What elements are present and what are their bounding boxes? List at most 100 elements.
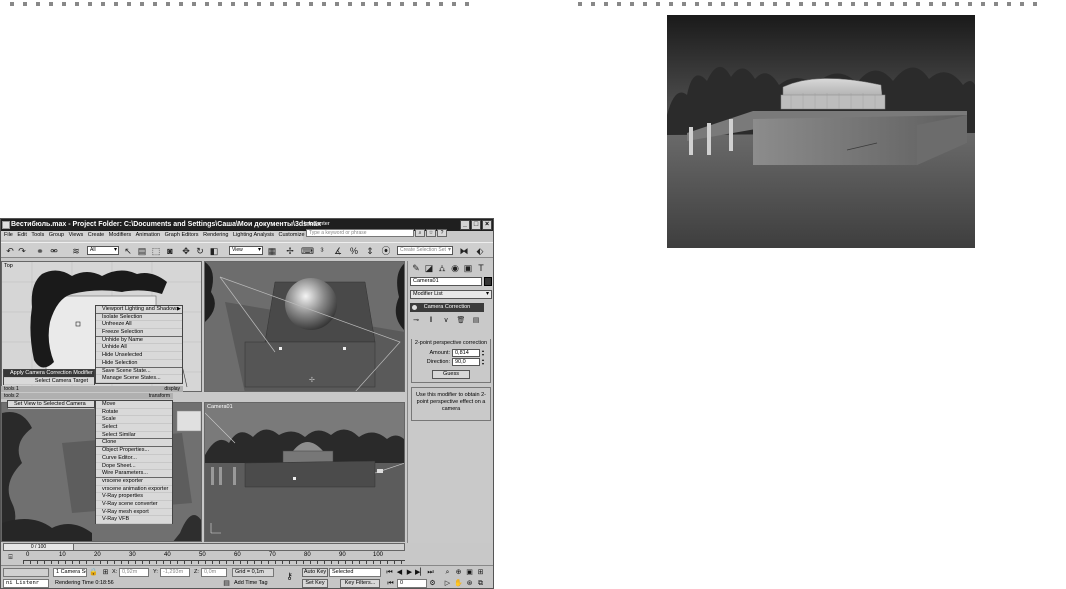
time-tag-icon[interactable]: ▤ [222,579,231,588]
edit-named-selection-icon[interactable]: ⦿ [381,246,391,256]
menu-create[interactable]: Create [88,232,105,238]
quad-item[interactable]: vrscene exporter [96,478,172,486]
zoom-extents-icon[interactable]: ▣ [465,568,474,577]
menu-edit[interactable]: Edit [17,232,26,238]
quad-item[interactable]: Unhide by Name [96,337,182,345]
menu-tools[interactable]: Tools [31,232,44,238]
menu-customize[interactable]: Customize [279,232,305,238]
orbit-icon[interactable]: ⊛ [465,579,474,588]
quad-item[interactable]: vrscene animation exporter [96,486,172,494]
time-slider-thumb[interactable]: 0 / 100 [4,544,74,550]
select-by-name-icon[interactable]: ▤ [137,246,147,256]
x-coordinate-input[interactable]: 0,92m [119,568,149,577]
direction-input[interactable]: 90,0 [452,358,480,366]
quad-item[interactable]: V-Ray VFB [96,516,172,524]
quad-item[interactable]: Rotate [96,409,172,417]
quad-item[interactable]: Save Scene State... [96,368,182,376]
direction-spinner[interactable]: ▴ ▾ [481,358,485,366]
viewport-camera[interactable]: Camera01 [204,402,405,542]
reference-coordinate-select[interactable]: View [229,246,263,255]
motion-tab-icon[interactable]: ◉ [449,263,461,274]
play-icon[interactable]: ▶ [405,568,414,577]
viewport-top-label[interactable]: Top [4,263,13,269]
angle-snap-icon[interactable]: ∡ [333,246,343,256]
align-icon[interactable]: ⬖ [475,246,485,256]
quad-item[interactable]: Select Similar [96,432,172,440]
menu-group[interactable]: Group [49,232,64,238]
maxscript-listener-field[interactable]: ni Listenr [3,579,49,588]
quad-item[interactable]: Select [96,424,172,432]
next-frame-icon[interactable]: ▶▏ [415,568,426,577]
create-tab-icon[interactable]: ✎ [410,263,422,274]
make-unique-icon[interactable]: ∨ [440,316,452,326]
key-mode-icon[interactable]: ⏮ [386,579,395,588]
amount-input[interactable]: 0,814 [452,349,480,357]
pin-stack-icon[interactable]: ⊸ [410,316,422,326]
undo-icon[interactable]: ↶ [5,246,15,256]
app-icon[interactable] [2,221,10,229]
amount-spinner[interactable]: ▴ ▾ [481,349,485,357]
field-of-view-icon[interactable]: ▷ [443,579,452,588]
track-bar[interactable]: 0 10 20 30 40 50 60 70 80 90 100 [23,552,405,564]
trackbar-icon[interactable]: ⌸ [6,553,15,562]
search-icon[interactable]: ⌕ [415,229,425,237]
quad-item[interactable]: Set View to Selected Camera [8,401,94,409]
move-icon[interactable]: ✥ [181,246,191,256]
menu-animation[interactable]: Animation [136,232,160,238]
current-frame-input[interactable]: 0 [397,579,427,588]
infocenter-search-input[interactable]: Type a keyword or phrase [306,229,414,237]
configure-sets-icon[interactable]: ▤ [470,316,482,326]
lock-icon[interactable]: 🔒 [89,568,98,577]
time-config-icon[interactable]: ⚙ [428,579,437,588]
quad-item[interactable]: Wire Parameters... [96,470,172,478]
quad-item[interactable]: Hide Selection [96,360,182,368]
maximize-button[interactable]: □ [471,220,481,230]
quad-item[interactable]: Viewport Lighting and Shadows [96,306,182,314]
rect-selection-icon[interactable]: ⬚ [151,246,161,256]
quad-item-apply-camera-correction[interactable]: Apply Camera Correction Modifier [4,370,94,378]
quad-item[interactable]: Select Camera Target [4,378,94,386]
menu-file[interactable]: File [4,232,13,238]
previous-frame-icon[interactable]: ◀ [395,568,404,577]
quad-item[interactable]: Dope Sheet... [96,463,172,471]
viewport-perspective[interactable]: ✢ [204,261,405,392]
goto-start-icon[interactable]: ⏮ [385,568,394,577]
zoom-icon[interactable]: ⌕ [443,568,452,577]
key-mode-select[interactable]: Selected [329,568,381,577]
menu-graph-editors[interactable]: Graph Editors [165,232,199,238]
redo-icon[interactable]: ↷ [17,246,27,256]
rotate-icon[interactable]: ↻ [195,246,205,256]
set-key-button[interactable]: Set Key [302,579,328,588]
show-end-result-icon[interactable]: ‖ [425,316,437,326]
y-coordinate-input[interactable]: -1,293m [160,568,190,577]
snaps-toggle-icon[interactable]: ³ [317,246,327,256]
zoom-all-icon[interactable]: ⊕ [454,568,463,577]
display-tab-icon[interactable]: ▣ [462,263,474,274]
keyboard-shortcut-icon[interactable]: ⌨ [301,246,314,256]
star-icon[interactable]: ☆ [426,229,436,237]
goto-end-icon[interactable]: ⏭ [426,568,435,577]
time-slider[interactable]: 0 / 100 [3,543,405,551]
scale-icon[interactable]: ◧ [209,246,219,256]
quad-item[interactable]: V-Ray scene converter [96,501,172,509]
quad-item[interactable]: V-Ray mesh export [96,509,172,517]
modifier-stack-item[interactable]: Camera Correction [410,303,484,312]
close-button[interactable]: × [482,220,492,230]
viewport-camera-label[interactable]: Camera01 [207,404,233,410]
window-crossing-icon[interactable]: ◙ [165,246,175,256]
object-name-field[interactable]: Camera01 [410,277,482,286]
quad-item[interactable]: Clone [96,439,172,448]
add-time-tag-label[interactable]: Add Time Tag [234,579,268,587]
menu-views[interactable]: Views [69,232,84,238]
named-selection-set-input[interactable]: Create Selection Set [397,246,453,255]
modify-tab-icon[interactable]: ◪ [423,263,435,274]
pivot-center-icon[interactable]: ▦ [267,246,277,256]
remove-modifier-icon[interactable]: 🗑 [455,316,467,326]
key-icon[interactable]: ⚷ [285,572,294,581]
selection-filter-select[interactable]: All [87,246,119,255]
key-filters-button[interactable]: Key Filters... [340,579,380,588]
object-color-swatch[interactable] [484,277,492,286]
unlink-icon[interactable]: ⚮ [49,246,59,256]
link-icon[interactable]: ⚭ [35,246,45,256]
quad-item[interactable]: V-Ray properties [96,493,172,501]
